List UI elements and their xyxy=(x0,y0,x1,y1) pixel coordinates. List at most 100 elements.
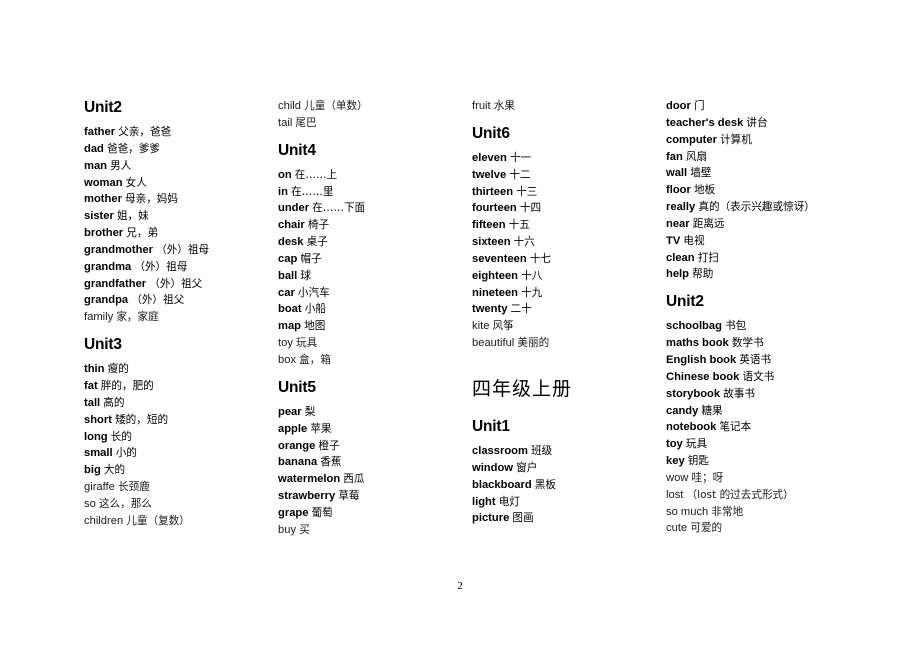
entry-word: computer xyxy=(666,133,717,146)
entry-translation: 水果 xyxy=(493,100,515,112)
entry-translation: 地板 xyxy=(693,184,716,197)
vocabulary-entry: brother 兄，弟 xyxy=(84,225,278,242)
entry-translation: 计算机 xyxy=(720,133,752,146)
entry-translation: 儿童（复数） xyxy=(126,514,190,527)
entry-word: apple xyxy=(278,422,308,435)
vocabulary-entry: buy 买 xyxy=(278,522,472,539)
vocabulary-entry: so much 非常地 xyxy=(666,504,874,521)
vocabulary-entry: window 窗户 xyxy=(472,460,666,477)
entry-translation: 椅子 xyxy=(307,219,330,232)
vocabulary-entry: grandmother （外）祖母 xyxy=(84,242,278,259)
entry-translation: 苹果 xyxy=(310,422,332,435)
entry-translation: 姐，妹 xyxy=(116,210,149,223)
entry-translation: 小的 xyxy=(115,447,137,460)
vocabulary-entry: computer 计算机 xyxy=(666,132,874,149)
vocabulary-entry: nineteen 十九 xyxy=(472,285,666,302)
entry-word: children xyxy=(84,514,124,527)
vocabulary-entry: father 父亲，爸爸 xyxy=(84,124,278,141)
vocabulary-entry: TV 电视 xyxy=(666,233,874,250)
entry-word: cute xyxy=(666,522,688,535)
entry-translation: 帽子 xyxy=(300,252,322,265)
entry-translation: 桌子 xyxy=(306,236,328,249)
entry-translation: 故事书 xyxy=(723,387,755,400)
entry-translation: 球 xyxy=(300,269,311,282)
entry-word: so xyxy=(84,497,96,510)
vocabulary-entry: light 电灯 xyxy=(472,494,666,511)
vocabulary-entry: short 矮的，短的 xyxy=(84,412,278,429)
entry-word: sister xyxy=(84,210,114,223)
entry-word: grandpa xyxy=(84,294,129,307)
entry-translation: 班级 xyxy=(531,444,553,457)
vocabulary-entry: child 儿童（单数） xyxy=(278,98,472,115)
entry-word: under xyxy=(278,202,310,215)
entry-translation: 矮的，短的 xyxy=(115,413,169,426)
vocabulary-entry: Chinese book 语文书 xyxy=(666,369,874,386)
entry-word: thirteen xyxy=(472,185,514,198)
vocabulary-entry: chair 椅子 xyxy=(278,217,472,234)
entry-translation: 小船 xyxy=(304,303,326,316)
entry-word: desk xyxy=(278,236,304,249)
vocabulary-entry: near 距离远 xyxy=(666,216,874,233)
entry-word: fifteen xyxy=(472,219,506,232)
vocabulary-entry: toy 玩具 xyxy=(278,335,472,352)
entry-translation: 十九 xyxy=(521,286,543,299)
entry-translation: 门 xyxy=(693,100,705,112)
entry-word: TV xyxy=(666,234,681,247)
vocabulary-entry: box 盒，箱 xyxy=(278,352,472,369)
entry-word: so much xyxy=(666,505,709,518)
entry-word: grape xyxy=(278,506,309,519)
entry-word: kite xyxy=(472,320,490,333)
vocabulary-entry: toy 玩具 xyxy=(666,436,874,453)
entry-translation: 葡萄 xyxy=(311,506,333,519)
entry-word: twelve xyxy=(472,168,507,181)
entry-translation: 大的 xyxy=(103,464,126,477)
entry-word: Chinese book xyxy=(666,370,740,383)
vocabulary-entry: banana 香蕉 xyxy=(278,454,472,471)
vocabulary-entry: fruit 水果 xyxy=(472,98,666,115)
entry-word: seventeen xyxy=(472,252,527,265)
entry-word: toy xyxy=(666,438,683,451)
entry-word: wow xyxy=(666,471,689,484)
vocabulary-entry: grandpa （外）祖父 xyxy=(84,292,278,309)
entry-word: really xyxy=(666,201,696,214)
entry-word: candy xyxy=(666,404,699,417)
vocabulary-entry: dad 爸爸，爹爹 xyxy=(84,141,278,158)
entry-word: on xyxy=(278,168,292,181)
entry-translation: 图画 xyxy=(512,512,534,525)
vocabulary-entry: wall 墙壁 xyxy=(666,165,874,182)
unit-heading: Unit6 xyxy=(472,124,510,142)
entry-word: wall xyxy=(666,167,688,180)
page-number: 2 xyxy=(457,580,463,592)
vocabulary-entry: seventeen 十七 xyxy=(472,251,666,268)
vocabulary-entry: apple 苹果 xyxy=(278,421,472,438)
entry-translation: 书包 xyxy=(725,320,747,333)
vocabulary-entry: lost （lost 的过去式形式） xyxy=(666,487,874,504)
entry-translation: 黑板 xyxy=(534,478,556,491)
entry-translation: 橙子 xyxy=(318,439,340,452)
vocabulary-columns: Unit2 father 父亲，爸爸 dad 爸爸，爹爹 man 男人 woman 女人… xyxy=(84,98,874,539)
vocabulary-entry: sixteen 十六 xyxy=(472,234,666,251)
vocabulary-entry: cap 帽子 xyxy=(278,251,472,268)
entry-translation: 兄，弟 xyxy=(126,227,159,240)
entry-word: key xyxy=(666,455,685,468)
entry-word: small xyxy=(84,447,113,460)
entry-word: fourteen xyxy=(472,202,517,215)
entry-word: short xyxy=(84,413,112,426)
entry-word: tail xyxy=(278,116,293,129)
entry-word: twenty xyxy=(472,303,508,316)
unit-heading: Unit3 xyxy=(84,336,122,354)
vocabulary-entry: really 真的（表示兴趣或惊讶） xyxy=(666,199,874,216)
vocabulary-entry: tail 尾巴 xyxy=(278,115,472,132)
entry-word: map xyxy=(278,320,302,333)
entry-word: eleven xyxy=(472,151,507,164)
entry-translation: 尾巴 xyxy=(295,116,317,129)
vocabulary-entry: under 在……下面 xyxy=(278,200,472,217)
entry-translation: 十二 xyxy=(509,168,531,181)
entry-translation: 玩具 xyxy=(685,438,708,451)
entry-translation: 儿童（单数） xyxy=(304,100,368,112)
vocabulary-entry: car 小汽车 xyxy=(278,285,472,302)
entry-translation: 小汽车 xyxy=(297,286,330,299)
vocabulary-entry: long 长的 xyxy=(84,429,278,446)
entry-translation: 梨 xyxy=(304,405,316,418)
entry-translation: 玩具 xyxy=(296,337,318,350)
